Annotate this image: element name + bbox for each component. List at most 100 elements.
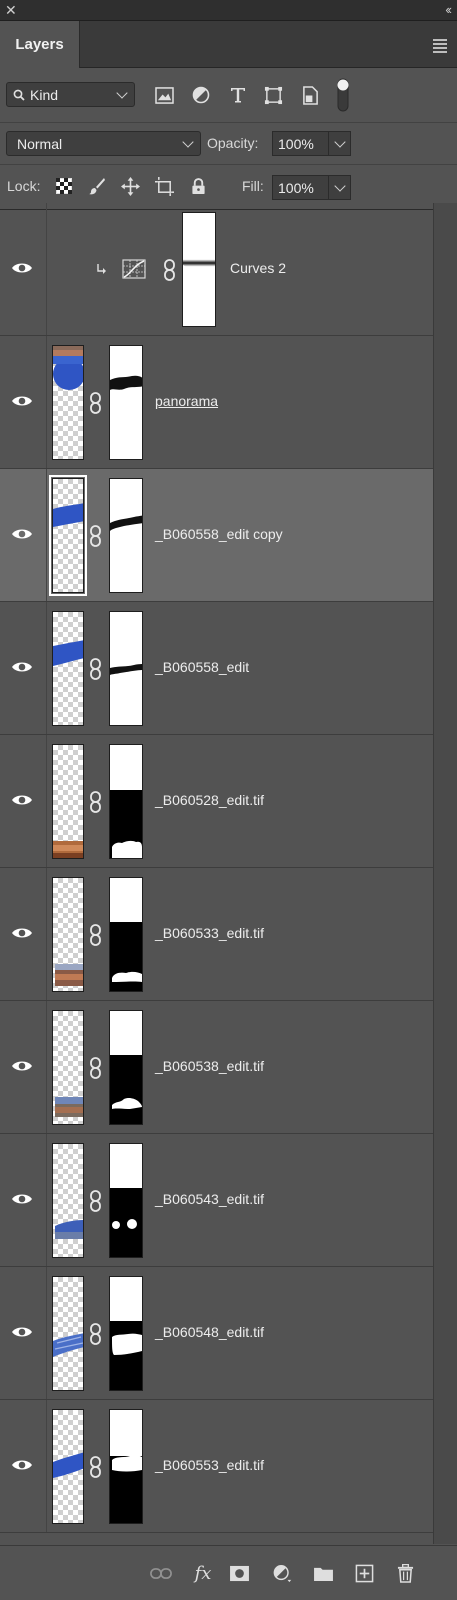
layer-row-b060538-edit-tif[interactable]: _B060538_edit.tif	[0, 1001, 433, 1134]
layer-name: _B060548_edit.tif	[155, 1324, 264, 1340]
blend-mode-value: Normal	[17, 136, 63, 152]
filter-toggle[interactable]	[337, 78, 349, 112]
eye-icon[interactable]	[11, 1324, 33, 1340]
layer-name: _B060558_edit copy	[155, 526, 283, 542]
layer-name: _B060543_edit.tif	[155, 1191, 264, 1207]
lock-position-icon[interactable]	[119, 175, 141, 197]
layer-row-b060558-edit[interactable]: _B060558_edit	[0, 602, 433, 735]
close-icon[interactable]: ✕	[5, 2, 17, 18]
layer-thumbnail[interactable]	[52, 744, 84, 859]
opacity-label: Opacity:	[207, 135, 259, 151]
link-icon[interactable]	[89, 1323, 103, 1345]
link-icon[interactable]	[89, 1456, 103, 1478]
layer-thumbnail[interactable]	[52, 1010, 84, 1125]
link-icon[interactable]	[89, 658, 103, 680]
layer-name: _B060553_edit.tif	[155, 1457, 264, 1473]
blend-mode-select[interactable]: Normal	[6, 131, 201, 156]
layer-row-b060553-edit-tif[interactable]: _B060553_edit.tif	[0, 1400, 433, 1533]
eye-icon[interactable]	[11, 1191, 33, 1207]
layer-row-b060533-edit-tif[interactable]: _B060533_edit.tif	[0, 868, 433, 1001]
layer-name: panorama	[155, 393, 219, 409]
tab-layers[interactable]: Layers	[0, 21, 80, 68]
fill-field[interactable]: 100%	[272, 175, 329, 200]
new-group-icon[interactable]	[310, 1561, 336, 1585]
layer-thumbnail[interactable]	[52, 1276, 84, 1391]
link-icon[interactable]	[89, 924, 103, 946]
chevron-down-icon	[334, 180, 346, 192]
eye-icon[interactable]	[11, 393, 33, 409]
opacity-field[interactable]: 100%	[272, 131, 329, 156]
layer-mask-thumbnail[interactable]	[109, 1010, 143, 1125]
shape-filter-icon[interactable]	[261, 83, 285, 107]
layer-mask-thumbnail[interactable]	[109, 1143, 143, 1258]
type-filter-icon[interactable]	[226, 83, 250, 107]
link-icon[interactable]	[89, 1057, 103, 1079]
fill-dropdown[interactable]	[329, 175, 351, 200]
eye-icon[interactable]	[11, 1457, 33, 1473]
layer-row-panorama[interactable]: panorama	[0, 336, 433, 469]
adjustment-filter-icon[interactable]	[189, 83, 213, 107]
layer-row-b060558-edit-copy[interactable]: _B060558_edit copy	[0, 469, 433, 602]
lock-label: Lock:	[7, 178, 41, 194]
new-layer-icon[interactable]	[351, 1561, 377, 1585]
bottom-toolbar: fx	[0, 1545, 457, 1600]
lock-image-pixels-icon[interactable]	[86, 175, 108, 197]
layer-thumbnail[interactable]	[52, 1143, 84, 1258]
eye-icon[interactable]	[11, 526, 33, 542]
layer-thumbnail[interactable]	[52, 877, 84, 992]
pixel-filter-icon[interactable]	[152, 83, 176, 107]
link-icon[interactable]	[163, 259, 177, 281]
layer-row-b060548-edit-tif[interactable]: _B060548_edit.tif	[0, 1267, 433, 1400]
link-layers-icon[interactable]	[148, 1561, 174, 1585]
layer-mask-thumbnail[interactable]	[109, 1276, 143, 1391]
search-icon	[13, 89, 25, 101]
lock-all-icon[interactable]	[187, 175, 209, 197]
panel-menu-icon[interactable]	[433, 39, 447, 53]
eye-icon[interactable]	[11, 260, 33, 276]
smart-object-filter-icon[interactable]	[298, 83, 322, 107]
collapse-icon[interactable]: ‹‹	[445, 2, 452, 18]
layer-name: _B060558_edit	[155, 659, 250, 675]
layer-row-b060543-edit-tif[interactable]: _B060543_edit.tif	[0, 1134, 433, 1267]
kind-filter-select[interactable]: Kind	[6, 82, 135, 107]
eye-icon[interactable]	[11, 659, 33, 675]
link-icon[interactable]	[89, 791, 103, 813]
layer-thumbnail[interactable]	[49, 475, 87, 596]
opacity-dropdown[interactable]	[329, 131, 351, 156]
delete-layer-icon[interactable]	[392, 1561, 418, 1585]
link-icon[interactable]	[89, 392, 103, 414]
layer-name: Curves 2	[230, 260, 287, 276]
eye-icon[interactable]	[11, 1058, 33, 1074]
fx-icon[interactable]: fx	[190, 1561, 216, 1585]
add-mask-icon[interactable]	[226, 1561, 252, 1585]
scrollbar-track[interactable]	[433, 203, 457, 1544]
layer-mask-thumbnail[interactable]	[109, 478, 143, 593]
filter-row: Kind	[0, 68, 457, 123]
layer-thumbnail[interactable]	[52, 1409, 84, 1524]
clipping-arrow-icon	[97, 264, 106, 274]
layer-mask-thumbnail[interactable]	[109, 877, 143, 992]
layer-name: _B060533_edit.tif	[155, 925, 264, 941]
layer-row-b060528-edit-tif[interactable]: _B060528_edit.tif	[0, 735, 433, 868]
layer-mask-thumbnail[interactable]	[109, 744, 143, 859]
link-icon[interactable]	[89, 1190, 103, 1212]
chevron-down-icon	[334, 136, 346, 148]
layers-list: Curves 2 panorama _B060558_edit copy _B0…	[0, 203, 433, 1533]
layer-name: _B060528_edit.tif	[155, 792, 264, 808]
layers-panel: ✕ ‹‹ Layers Kind Normal Opacity: 100% Lo…	[0, 0, 457, 1600]
eye-icon[interactable]	[11, 792, 33, 808]
layer-mask-thumbnail[interactable]	[109, 1409, 143, 1524]
layer-thumbnail[interactable]	[52, 345, 84, 460]
layer-row-curves-2[interactable]: Curves 2	[0, 203, 433, 336]
layer-mask-thumbnail[interactable]	[109, 611, 143, 726]
lock-artboard-icon[interactable]	[153, 175, 175, 197]
link-icon[interactable]	[89, 525, 103, 547]
layer-mask-thumbnail[interactable]	[182, 212, 216, 327]
layer-mask-thumbnail[interactable]	[109, 345, 143, 460]
lock-transparent-pixels-icon[interactable]	[53, 175, 75, 197]
tab-row: Layers	[0, 21, 457, 68]
fill-label: Fill:	[242, 178, 264, 194]
new-adjustment-icon[interactable]	[270, 1561, 296, 1585]
layer-thumbnail[interactable]	[52, 611, 84, 726]
eye-icon[interactable]	[11, 925, 33, 941]
